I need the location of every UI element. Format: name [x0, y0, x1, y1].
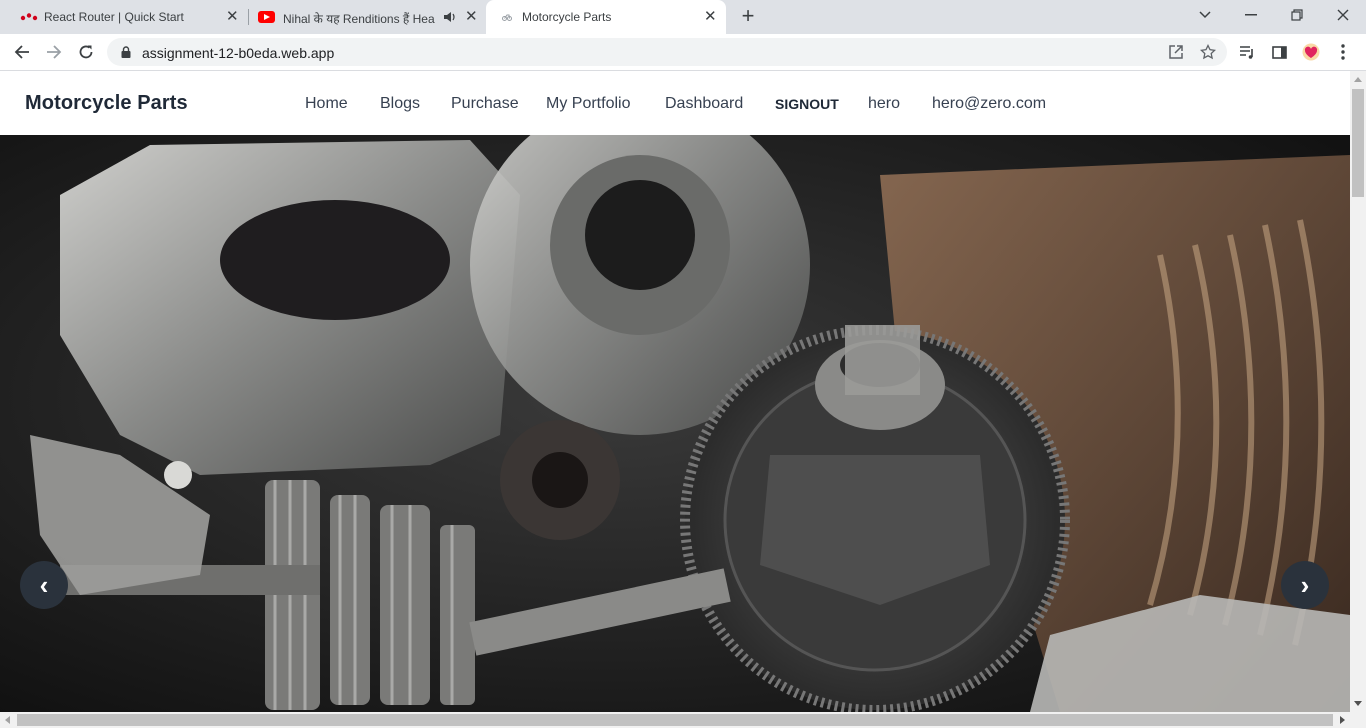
react-router-icon: [20, 13, 38, 21]
new-tab-plus-icon[interactable]: +: [738, 5, 758, 27]
close-icon[interactable]: ✕: [226, 9, 239, 24]
bookmark-star-icon[interactable]: [1200, 44, 1216, 60]
browser-toolbar: assignment-12-b0eda.web.app: [0, 34, 1366, 71]
nav-username[interactable]: hero: [868, 95, 900, 113]
close-icon[interactable]: ✕: [465, 9, 478, 24]
extension-heart-icon[interactable]: [1301, 42, 1321, 62]
forward-arrow-icon[interactable]: [44, 42, 64, 62]
browser-tab-strip: React Router | Quick Start ✕ Nihal के यह…: [0, 0, 1366, 34]
nav-my-portfolio[interactable]: My Portfolio: [546, 95, 630, 113]
hero-image: [0, 135, 1350, 712]
back-arrow-icon[interactable]: [12, 42, 32, 62]
tab-motorcycle-parts[interactable]: Motorcycle Parts ✕: [486, 0, 726, 34]
nav-home[interactable]: Home: [305, 95, 348, 113]
carousel-prev-button[interactable]: ‹: [20, 561, 68, 609]
nav-purchase[interactable]: Purchase: [451, 95, 519, 113]
hero-carousel: ‹ ›: [0, 135, 1350, 712]
carousel-next-button[interactable]: ›: [1281, 561, 1329, 609]
vertical-scrollbar-thumb[interactable]: [1352, 89, 1364, 197]
tab-search-chevron-icon[interactable]: [1190, 0, 1220, 30]
tab-title: Motorcycle Parts: [522, 10, 612, 24]
lock-icon[interactable]: [121, 46, 131, 58]
nav-user-email[interactable]: hero@zero.com: [932, 95, 1046, 113]
youtube-icon: [258, 11, 275, 23]
minimize-icon[interactable]: [1236, 0, 1266, 30]
site-brand[interactable]: Motorcycle Parts: [25, 92, 188, 115]
vertical-scrollbar[interactable]: [1350, 71, 1366, 712]
nav-blogs[interactable]: Blogs: [380, 95, 420, 113]
horizontal-scrollbar[interactable]: [0, 712, 1366, 728]
page-viewport: Motorcycle Parts Home Blogs Purchase My …: [0, 71, 1350, 712]
reload-icon[interactable]: [76, 42, 96, 62]
tab-title: Nihal के यह Renditions हैं Hea: [283, 12, 435, 26]
scroll-right-arrow-icon[interactable]: [1340, 716, 1345, 724]
url-text: assignment-12-b0eda.web.app: [142, 45, 335, 61]
address-bar[interactable]: assignment-12-b0eda.web.app: [107, 38, 1227, 66]
nav-dashboard[interactable]: Dashboard: [665, 95, 743, 113]
site-navbar: Motorcycle Parts Home Blogs Purchase My …: [0, 71, 1350, 135]
scroll-up-arrow-icon[interactable]: [1354, 77, 1362, 82]
tab-react-router[interactable]: React Router | Quick Start ✕: [8, 0, 248, 34]
signout-button[interactable]: SIGNOUT: [775, 96, 839, 112]
close-window-icon[interactable]: [1328, 0, 1358, 30]
site-icon: [502, 14, 512, 21]
tab-title: React Router | Quick Start: [44, 10, 184, 24]
restore-icon[interactable]: [1282, 0, 1312, 30]
share-icon[interactable]: [1168, 44, 1184, 60]
scroll-down-arrow-icon[interactable]: [1354, 701, 1362, 706]
tab-youtube[interactable]: Nihal के यह Renditions हैं Hea ✕: [249, 0, 485, 34]
close-icon[interactable]: ✕: [704, 9, 717, 24]
scroll-left-arrow-icon[interactable]: [5, 716, 10, 724]
horizontal-scrollbar-thumb[interactable]: [17, 714, 1333, 726]
speaker-icon[interactable]: [443, 11, 456, 23]
media-queue-icon[interactable]: [1237, 42, 1257, 62]
more-options-icon[interactable]: [1333, 42, 1353, 62]
side-panel-icon[interactable]: [1269, 42, 1289, 62]
